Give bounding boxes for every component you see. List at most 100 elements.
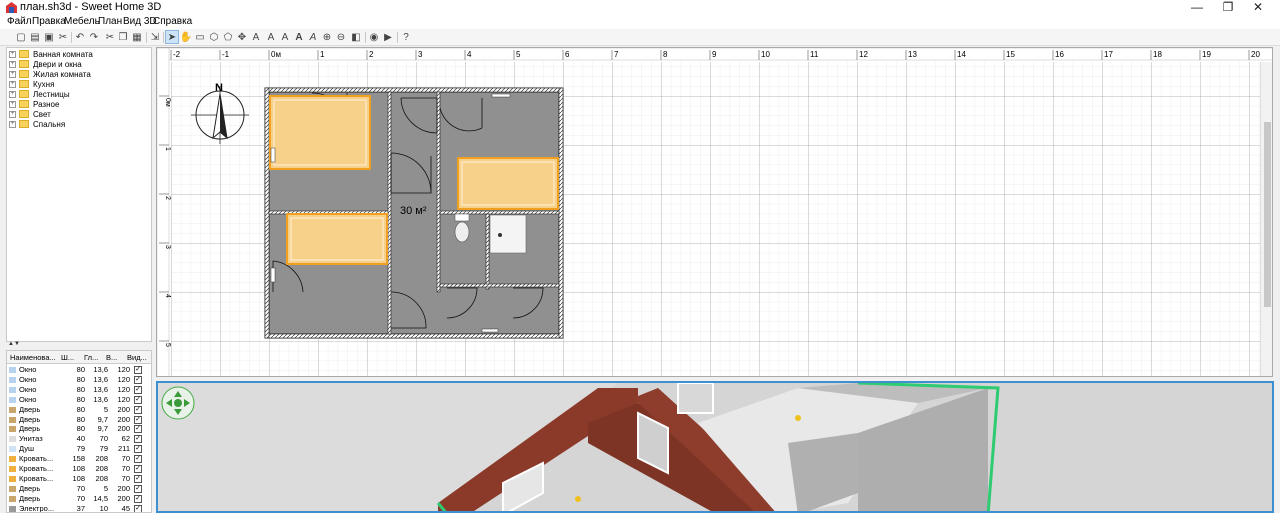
maximize-button[interactable]: ❐ [1213,0,1243,15]
scrollbar-thumb[interactable] [1264,122,1271,307]
add-furniture-icon[interactable]: ⇲ [149,31,161,43]
catalog-category[interactable]: + Двери и окна [9,59,82,69]
menu-furniture[interactable]: Мебель [64,16,100,27]
table-row[interactable]: Окно 80 13,6 120 ✓ [7,375,151,385]
close-button[interactable]: ✕ [1243,0,1273,15]
table-row[interactable]: Электро... 37 10 45 ✓ [7,504,151,512]
table-row[interactable]: Дверь 80 5 200 ✓ [7,405,151,415]
3d-view[interactable] [156,381,1274,513]
visible-checkbox[interactable]: ✓ [134,425,142,434]
bed[interactable] [269,95,371,170]
paste-icon[interactable]: ▦ [131,31,143,43]
visible-checkbox[interactable]: ✓ [134,445,142,454]
bed[interactable] [286,213,388,265]
visible-checkbox[interactable]: ✓ [134,465,142,473]
copy-icon[interactable]: ❐ [117,31,129,43]
create-rooms-icon[interactable]: ⬡ [208,31,220,43]
expand-icon[interactable]: + [9,50,16,58]
column-depth[interactable]: Гл... [84,353,98,362]
table-row[interactable]: Унитаз 40 70 62 ✓ [7,434,151,444]
help-icon[interactable]: ? [400,31,412,43]
redo-icon[interactable]: ↷ [88,31,100,43]
expand-icon[interactable]: + [9,90,16,98]
visible-checkbox[interactable]: ✓ [134,474,142,483]
zoom-out-icon[interactable]: ⊖ [335,31,347,43]
table-row[interactable]: Окно 80 13,6 120 ✓ [7,365,151,375]
add-text-icon[interactable]: A [250,31,262,43]
cut-tool-icon[interactable]: ✂ [57,31,69,43]
column-visible[interactable]: Вид... [127,353,147,362]
expand-icon[interactable]: + [9,60,16,68]
column-name[interactable]: Наименова... [10,353,56,362]
table-row[interactable]: Окно 80 13,6 120 ✓ [7,385,151,395]
navigation-arrows[interactable] [161,386,195,420]
visible-checkbox[interactable]: ✓ [134,385,142,394]
table-row[interactable]: Дверь 80 9,7 200 ✓ [7,424,151,434]
column-height[interactable]: В... [106,353,117,362]
bed[interactable] [457,157,559,210]
open-icon[interactable]: ▤ [29,31,41,43]
menu-plan[interactable]: План [98,16,122,27]
table-row[interactable]: Душ 79 79 211 ✓ [7,444,151,454]
menu-help[interactable]: Справка [153,16,192,27]
expand-icon[interactable]: + [9,80,16,88]
visible-checkbox[interactable]: ✓ [134,366,142,374]
visible-checkbox[interactable]: ✓ [134,375,142,384]
italic-text-icon[interactable]: A [307,31,319,43]
catalog-category[interactable]: + Ванная комната [9,49,93,59]
catalog-category[interactable]: + Спальня [9,119,65,129]
create-dimensions-icon[interactable]: ✥ [236,31,248,43]
column-width[interactable]: Ш... [61,353,74,362]
table-row[interactable]: Кровать... 158 208 70 ✓ [7,454,151,464]
create-polylines-icon[interactable]: ⬠ [222,31,234,43]
table-row[interactable]: Дверь 80 9,7 200 ✓ [7,415,151,425]
create-photo-icon[interactable]: ◧ [350,31,362,43]
plan-canvas[interactable]: -2 -1 0м 1 2 3 4 5 6 7 8 9 10 11 12 13 14 15 16 17 18 19 20 0м… [157,48,1273,377]
shower[interactable] [489,214,527,254]
menu-file[interactable]: Файл [7,16,32,27]
visible-checkbox[interactable]: ✓ [134,504,142,512]
visible-checkbox[interactable]: ✓ [134,435,142,444]
visible-checkbox[interactable]: ✓ [134,415,142,424]
catalog-category[interactable]: + Кухня [9,79,54,89]
minimize-button[interactable]: — [1182,0,1212,15]
visible-checkbox[interactable]: ✓ [134,405,142,414]
house-plan[interactable]: 30 м² [264,87,564,339]
create-walls-icon[interactable]: ▭ [194,31,206,43]
table-row[interactable]: Окно 80 13,6 120 ✓ [7,395,151,405]
bold-text-icon[interactable]: A [293,31,305,43]
visible-checkbox[interactable]: ✓ [134,484,142,493]
expand-icon[interactable]: + [9,70,16,78]
video-icon[interactable]: ▶ [382,31,394,43]
catalog-category[interactable]: + Разное [9,99,59,109]
3d-canvas[interactable] [158,383,1274,513]
visible-checkbox[interactable]: ✓ [134,494,142,503]
new-home-icon[interactable]: ▢ [15,31,27,43]
horizontal-splitter[interactable]: ▲▼ [0,341,153,349]
catalog-category[interactable]: + Свет [9,109,51,119]
table-row[interactable]: Дверь 70 14,5 200 ✓ [7,494,151,504]
catalog-category[interactable]: + Жилая комната [9,69,91,79]
visible-checkbox[interactable]: ✓ [134,395,142,404]
zoom-in-icon[interactable]: ⊕ [321,31,333,43]
plan-vertical-scrollbar[interactable] [1260,62,1272,376]
menu-edit[interactable]: Правка [32,16,66,27]
catalog-category[interactable]: + Лестницы [9,89,70,99]
menu-3d-view[interactable]: Вид 3D [123,16,157,27]
visible-checkbox[interactable]: ✓ [134,455,142,464]
toilet[interactable] [454,213,470,243]
plan-view[interactable]: -2 -1 0м 1 2 3 4 5 6 7 8 9 10 11 12 13 14 15 16 17 18 19 20 0м… [156,47,1273,377]
table-row[interactable]: Кровать... 108 208 70 ✓ [7,464,151,474]
decrease-text-icon[interactable]: A [279,31,291,43]
expand-icon[interactable]: + [9,110,16,118]
select-mode-icon[interactable]: ➤ [165,30,179,44]
table-row[interactable]: Дверь 70 5 200 ✓ [7,484,151,494]
pan-mode-icon[interactable]: ✋ [180,31,192,43]
table-row[interactable]: Кровать... 108 208 70 ✓ [7,474,151,484]
save-icon[interactable]: ▣ [43,31,55,43]
expand-icon[interactable]: + [9,120,16,128]
photo-icon[interactable]: ◉ [368,31,380,43]
increase-text-icon[interactable]: A [265,31,277,43]
undo-icon[interactable]: ↶ [74,31,86,43]
cut-icon[interactable]: ✂ [104,31,116,43]
